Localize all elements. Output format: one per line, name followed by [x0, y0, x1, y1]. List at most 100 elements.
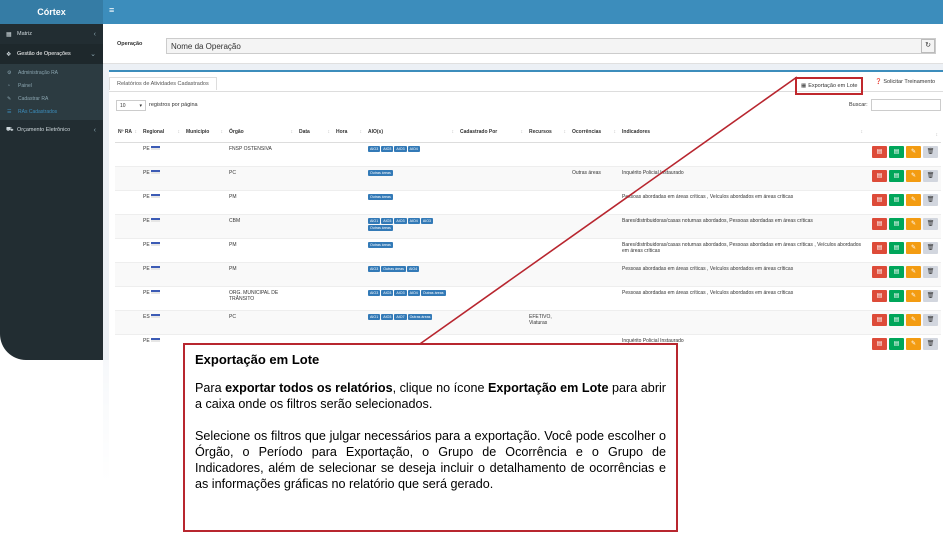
delete-button[interactable]: 🗑	[923, 193, 938, 206]
aio-badge: AIO4	[407, 217, 420, 224]
table-cell	[296, 189, 333, 214]
column-header[interactable]: Indicadores ↕	[619, 122, 866, 143]
page-size-select[interactable]: 10 ▾	[116, 100, 146, 111]
column-header[interactable]: Regional ↕	[140, 122, 183, 143]
table-row[interactable]: PE PM Outras áreas Pessoas abordadas em áre…	[115, 189, 941, 214]
column-header-label: Ocorrências	[572, 128, 602, 135]
orgao-cell: PC	[226, 165, 296, 190]
table-cell: AIO1 AIO3 AIO7 Outras áreas	[365, 309, 457, 334]
excel-button[interactable]: ▤	[889, 145, 904, 158]
edit-button[interactable]: ✎	[906, 289, 921, 302]
delete-button[interactable]: 🗑	[923, 337, 938, 350]
request-training-button[interactable]: ❓ Solicitar Treinamento	[875, 79, 935, 85]
excel-button[interactable]: ▤	[889, 313, 904, 326]
excel-button[interactable]: ▤	[889, 265, 904, 278]
table-cell	[457, 261, 526, 286]
sidebar-subitem-administracao[interactable]: ⚙ Administração RA	[0, 66, 103, 79]
top-navbar: ≡	[103, 0, 943, 24]
delete-button[interactable]: 🗑	[923, 169, 938, 182]
pdf-button[interactable]: ▤	[872, 193, 887, 206]
sidebar-item-gestao[interactable]: ❖ Gestão de Operações ⌄	[0, 44, 103, 64]
regional-value: PE	[143, 241, 150, 248]
excel-button[interactable]: ▤	[889, 169, 904, 182]
sidebar-subitem-painel[interactable]: ◔ Painel	[0, 79, 103, 92]
ocorrencias-cell	[569, 261, 619, 286]
table-row[interactable]: PE CBM AIO1 AIO3 AIO3 AIO4 AIO3Outras áreas Bar…	[115, 213, 941, 238]
table-row[interactable]: PE FNSP OSTENSIVA AIO3 AIO3 AIO3 AIO4 ▤ ▤ ✎ 🗑	[115, 141, 941, 166]
sidebar: Córtex ▦ Matriz ‹ ❖ Gestão de Operações …	[0, 0, 103, 360]
excel-button[interactable]: ▤	[889, 337, 904, 350]
callout-text: , clique no ícone	[392, 381, 489, 395]
sidebar-item-label: Gestão de Operações	[17, 51, 71, 57]
sidebar-item-matriz[interactable]: ▦ Matriz ‹	[0, 24, 103, 44]
column-header[interactable]: Órgão ↕	[226, 122, 296, 143]
table-row[interactable]: PE PC Outras áreas Outras áreas Inquérito Po…	[115, 165, 941, 190]
row-actions: ▤ ▤ ✎ 🗑	[869, 313, 938, 326]
brand-logo[interactable]: Córtex	[0, 0, 103, 24]
column-header[interactable]: Cadastrado Por ↕	[457, 122, 526, 143]
pdf-button[interactable]: ▤	[872, 289, 887, 302]
table-cell	[333, 285, 365, 310]
hamburger-icon[interactable]: ≡	[109, 5, 114, 15]
excel-button[interactable]: ▤	[889, 217, 904, 230]
sidebar-item-orcamento[interactable]: ⛟ Orçamento Eletrônico ‹	[0, 120, 103, 140]
operation-field[interactable]: Nome da Operação	[166, 38, 936, 54]
flag-icon	[150, 266, 160, 271]
pdf-button[interactable]: ▤	[872, 313, 887, 326]
pdf-button[interactable]: ▤	[872, 265, 887, 278]
delete-button[interactable]: 🗑	[923, 241, 938, 254]
column-header[interactable]: Município ↕	[183, 122, 226, 143]
column-header[interactable]: AIO(s) ↕	[365, 122, 457, 143]
pdf-button[interactable]: ▤	[872, 337, 887, 350]
table-cell: ▤ ▤ ✎ 🗑	[866, 261, 941, 286]
edit-button[interactable]: ✎	[906, 313, 921, 326]
delete-button[interactable]: 🗑	[923, 145, 938, 158]
pdf-button[interactable]: ▤	[872, 217, 887, 230]
row-actions: ▤ ▤ ✎ 🗑	[869, 169, 938, 182]
sidebar-subitem-ras-cadastrados[interactable]: ☰ RAs Cadastrados	[0, 105, 103, 118]
sort-icon: ↕	[327, 128, 331, 135]
regional-value: ES	[143, 313, 150, 320]
edit-button[interactable]: ✎	[906, 265, 921, 278]
export-batch-button[interactable]: ▦ Exportação em Lote	[795, 77, 864, 95]
table-row[interactable]: PE PM Outras áreas Bares/distribuidoras/cas…	[115, 237, 941, 262]
excel-button[interactable]: ▤	[889, 289, 904, 302]
column-header[interactable]: Nº RA ↕	[115, 122, 140, 143]
column-header[interactable]: Ocorrências ↕	[569, 122, 619, 143]
edit-button[interactable]: ✎	[906, 145, 921, 158]
delete-button[interactable]: 🗑	[923, 217, 938, 230]
delete-button[interactable]: 🗑	[923, 289, 938, 302]
table-row[interactable]: PE ORG. MUNICIPAL DE TRÂNSITO AIO3 AIO3 AIO3…	[115, 285, 941, 310]
excel-button[interactable]: ▤	[889, 193, 904, 206]
pdf-button[interactable]: ▤	[872, 241, 887, 254]
column-header-label: Órgão	[229, 128, 244, 135]
table-header-row: Nº RA ↕ Regional ↕ Município ↕ Órgão ↕ Data ↕ Hora…	[115, 122, 941, 143]
column-header[interactable]: Recursos ↕	[526, 122, 569, 143]
aio-badge: AIO3	[381, 217, 394, 224]
table-cell: Outras áreas	[365, 237, 457, 262]
table-row[interactable]: PE PM AIO3 Outras áreas AIO4 Pessoas abordada…	[115, 261, 941, 286]
table-row[interactable]: ES PC AIO1 AIO3 AIO7 Outras áreas EFETIVO, Via…	[115, 309, 941, 334]
tab-relatorios[interactable]: Relatórios de Atividades Cadastrados	[109, 77, 217, 90]
edit-button[interactable]: ✎	[906, 241, 921, 254]
edit-button[interactable]: ✎	[906, 169, 921, 182]
edit-button[interactable]: ✎	[906, 337, 921, 350]
delete-button[interactable]: 🗑	[923, 313, 938, 326]
pdf-button[interactable]: ▤	[872, 169, 887, 182]
column-header[interactable]: ↕	[866, 122, 941, 143]
edit-button[interactable]: ✎	[906, 217, 921, 230]
search-input[interactable]	[871, 99, 941, 111]
sidebar-subitem-cadastrar[interactable]: ✎ Cadastrar RA	[0, 92, 103, 105]
column-header[interactable]: Data ↕	[296, 122, 333, 143]
regional-value: PE	[143, 145, 150, 152]
pdf-button[interactable]: ▤	[872, 145, 887, 158]
indicadores-cell: Bares/distribuidoras/casas noturnas abor…	[619, 237, 866, 262]
refresh-button[interactable]: ↻	[921, 39, 935, 53]
edit-button[interactable]: ✎	[906, 193, 921, 206]
delete-button[interactable]: 🗑	[923, 265, 938, 278]
column-header[interactable]: Hora ↕	[333, 122, 365, 143]
excel-button[interactable]: ▤	[889, 241, 904, 254]
ocorrencias-cell	[569, 285, 619, 310]
orgao-cell: PM	[226, 189, 296, 214]
page-size-value: 10	[120, 103, 126, 109]
